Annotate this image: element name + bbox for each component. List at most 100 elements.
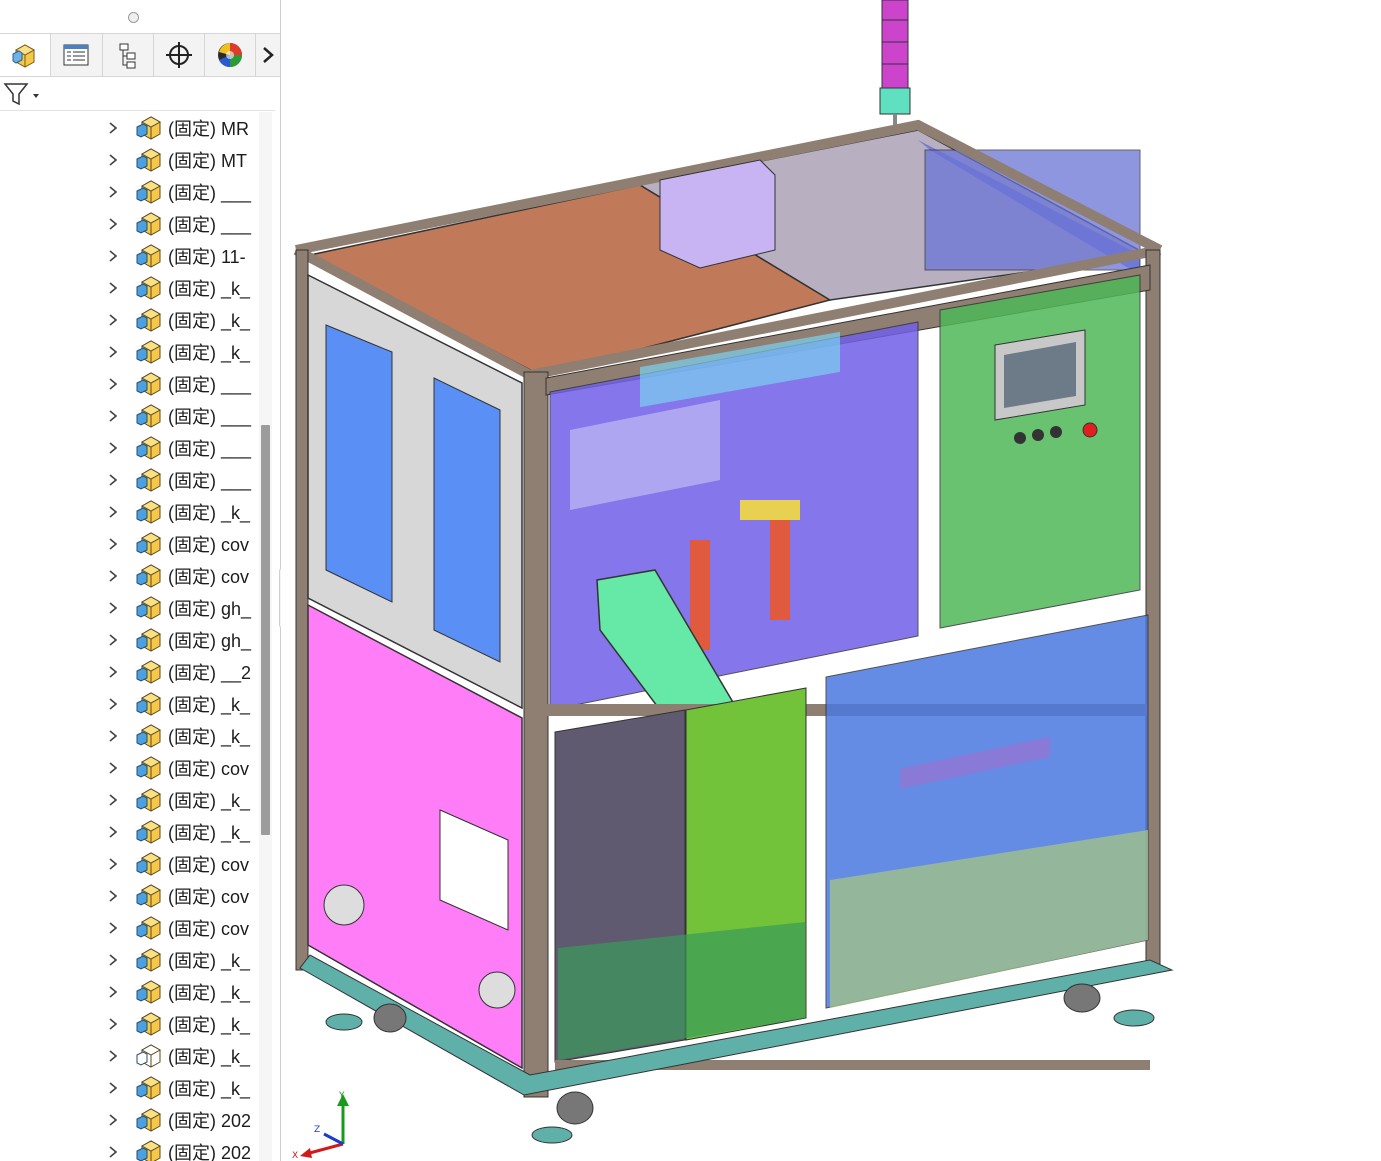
expand-arrow-icon[interactable] [106, 250, 120, 262]
tree-item[interactable]: (固定) _k_ [0, 1072, 255, 1104]
expand-arrow-icon[interactable] [106, 474, 120, 486]
tree-item-label: (固定) cov [168, 535, 249, 555]
expand-arrow-icon[interactable] [106, 1050, 120, 1062]
subassembly-icon [134, 881, 164, 911]
tree-item[interactable]: (固定) __2 [0, 656, 255, 688]
tree-item[interactable]: (固定) 202 [0, 1104, 255, 1136]
tree-item[interactable]: (固定) gh_ [0, 592, 255, 624]
tab-property-manager[interactable] [51, 34, 103, 76]
subassembly-icon [134, 145, 164, 175]
tree-item[interactable]: (固定) cov [0, 912, 255, 944]
expand-arrow-icon[interactable] [106, 570, 120, 582]
expand-arrow-icon[interactable] [106, 986, 120, 998]
tree-item-label: (固定) ___ [168, 439, 252, 459]
expand-arrow-icon[interactable] [106, 122, 120, 134]
tree-item[interactable]: (固定) _k_ [0, 784, 255, 816]
tree-item[interactable]: (固定) ___ [0, 432, 255, 464]
tab-dimxpert-manager[interactable] [154, 34, 206, 76]
expand-arrow-icon[interactable] [106, 826, 120, 838]
expand-arrow-icon[interactable] [106, 698, 120, 710]
tree-item[interactable]: (固定) _k_ [0, 496, 255, 528]
tree-item[interactable]: (固定) _k_ [0, 688, 255, 720]
tree-item[interactable]: (固定) 11- [0, 240, 255, 272]
tree-item[interactable]: (固定) _k_ [0, 272, 255, 304]
configuration-icon [119, 43, 136, 69]
subassembly-icon [134, 113, 164, 143]
appearance-sphere-icon [218, 43, 243, 68]
expand-arrow-icon[interactable] [106, 282, 120, 294]
tree-item[interactable]: (固定) 202 [0, 1136, 255, 1161]
tree-item[interactable]: (固定) ___ [0, 208, 255, 240]
more-tabs-button[interactable] [256, 34, 280, 76]
expand-arrow-icon[interactable] [106, 410, 120, 422]
feature-manager-panel: (固定) MR (固定) MT (固定) ___ (固定) ___ (固定) 11- (固… [0, 0, 281, 1161]
expand-arrow-icon[interactable] [106, 1146, 120, 1158]
subassembly-icon [134, 369, 164, 399]
expand-arrow-icon[interactable] [106, 1018, 120, 1030]
tree-item-label: (固定) _k_ [168, 503, 251, 523]
tree-item[interactable]: (固定) ___ [0, 176, 255, 208]
tree-item[interactable]: (固定) _k_ [0, 976, 255, 1008]
filter-button[interactable] [2, 80, 42, 108]
expand-arrow-icon[interactable] [106, 794, 120, 806]
machine-assembly-model[interactable]: Y X Z [281, 0, 1381, 1161]
side-panels[interactable] [307, 273, 523, 1070]
expand-arrow-icon[interactable] [106, 762, 120, 774]
expand-arrow-icon[interactable] [106, 602, 120, 614]
tab-display-manager[interactable] [205, 34, 257, 76]
expand-arrow-icon[interactable] [106, 506, 120, 518]
tree-item[interactable]: (固定) cov [0, 560, 255, 592]
triad-z-label: Z [314, 1125, 320, 1135]
tree-item-label: (固定) cov [168, 567, 249, 587]
tree-item[interactable]: (固定) _k_ [0, 944, 255, 976]
expand-arrow-icon[interactable] [106, 1114, 120, 1126]
expand-arrow-icon[interactable] [106, 378, 120, 390]
tree-item[interactable]: (固定) _k_ [0, 336, 255, 368]
expand-arrow-icon[interactable] [106, 442, 120, 454]
tree-item-label: (固定) ___ [168, 407, 252, 427]
tree-item-label: (固定) ___ [168, 215, 252, 235]
tree-item[interactable]: (固定) ___ [0, 400, 255, 432]
graphics-viewport[interactable]: Y X Z [281, 0, 1381, 1161]
tree-item[interactable]: (固定) _k_ [0, 1008, 255, 1040]
expand-arrow-icon[interactable] [106, 154, 120, 166]
tree-item[interactable]: (固定) ___ [0, 464, 255, 496]
subassembly-icon [134, 625, 164, 655]
tree-item-label: (固定) _k_ [168, 343, 251, 363]
tree-item[interactable]: (固定) cov [0, 752, 255, 784]
tab-configuration-manager[interactable] [103, 34, 154, 76]
tree-item[interactable]: (固定) ___ [0, 368, 255, 400]
coordinate-triad: Y X Z [292, 1091, 349, 1161]
expand-arrow-icon[interactable] [106, 858, 120, 870]
tree-item[interactable]: (固定) _k_ [0, 304, 255, 336]
expand-arrow-icon[interactable] [106, 666, 120, 678]
expand-arrow-icon[interactable] [106, 314, 120, 326]
tree-item[interactable]: (固定) _k_ [0, 816, 255, 848]
tree-item[interactable]: (固定) gh_ [0, 624, 255, 656]
tree-item[interactable]: (固定) MR [0, 112, 255, 144]
expand-arrow-icon[interactable] [106, 1082, 120, 1094]
tree-item[interactable]: (固定) MT [0, 144, 255, 176]
tree-item[interactable]: (固定) cov [0, 880, 255, 912]
expand-arrow-icon[interactable] [106, 634, 120, 646]
expand-arrow-icon[interactable] [106, 890, 120, 902]
expand-arrow-icon[interactable] [106, 186, 120, 198]
tree-item[interactable]: (固定) _k_ [0, 720, 255, 752]
tree-scrollbar-thumb[interactable] [261, 425, 270, 835]
tree-item-label: (固定) gh_ [168, 599, 252, 619]
subassembly-icon [134, 945, 164, 975]
expand-arrow-icon[interactable] [106, 922, 120, 934]
tree-item[interactable]: (固定) cov [0, 528, 255, 560]
subassembly-icon [134, 657, 164, 687]
expand-arrow-icon[interactable] [106, 730, 120, 742]
subassembly-icon [134, 433, 164, 463]
tree-item[interactable]: (固定) _k_ [0, 1040, 255, 1072]
tree-item-label: (固定) _k_ [168, 279, 251, 299]
expand-arrow-icon[interactable] [106, 346, 120, 358]
tab-feature-manager[interactable] [0, 34, 52, 76]
panel-grip-handle[interactable] [128, 12, 139, 23]
expand-arrow-icon[interactable] [106, 218, 120, 230]
tree-item[interactable]: (固定) cov [0, 848, 255, 880]
expand-arrow-icon[interactable] [106, 538, 120, 550]
expand-arrow-icon[interactable] [106, 954, 120, 966]
